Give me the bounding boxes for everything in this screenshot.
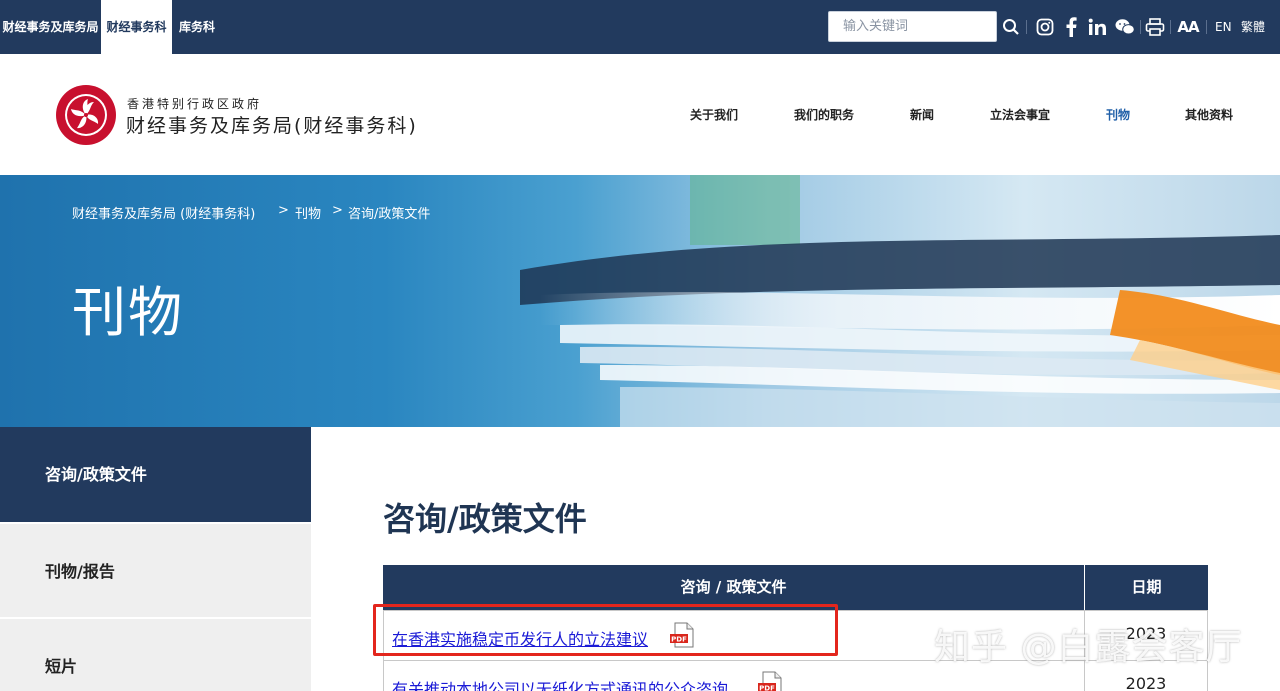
tab-treasury[interactable]: 库务科 <box>172 0 222 54</box>
page-title: 咨询/政策文件 <box>383 500 587 538</box>
hksar-emblem-icon[interactable] <box>55 84 117 146</box>
breadcrumb-separator: > <box>278 203 289 218</box>
nav-news[interactable]: 新闻 <box>910 106 934 123</box>
search-input[interactable] <box>828 11 997 42</box>
sidebar-item-consultation[interactable]: 咨询/政策文件 <box>0 427 311 522</box>
divider <box>1170 20 1171 34</box>
tab-fstb[interactable]: 财经事务及库务局 <box>0 0 101 54</box>
nav-publications[interactable]: 刊物 <box>1106 106 1130 123</box>
font-size-icon[interactable]: AA <box>1176 14 1200 40</box>
pdf-icon[interactable]: PDF <box>757 671 783 691</box>
breadcrumb-publications[interactable]: 刊物 <box>295 203 321 222</box>
row-date: 2023 <box>1125 674 1167 691</box>
lang-traditional-link[interactable]: 繁體 <box>1241 0 1265 54</box>
pdf-icon-label: PDF <box>671 635 687 643</box>
sidebar-item-videos[interactable]: 短片 <box>0 619 311 691</box>
breadcrumb-home[interactable]: 财经事务及库务局 (财经事务科) <box>72 203 255 222</box>
table-header-date: 日期 <box>1085 565 1208 610</box>
facebook-icon[interactable] <box>1062 14 1080 40</box>
breadcrumb-current: 咨询/政策文件 <box>348 207 431 222</box>
watermark: 知乎 @白露会客厅 <box>934 627 1243 668</box>
org-subtitle: 香港特别行政区政府 <box>127 97 263 111</box>
nav-our-work[interactable]: 我们的职务 <box>794 106 854 123</box>
document-link[interactable]: 在香港实施稳定币发行人的立法建议 <box>392 626 648 650</box>
breadcrumb-separator: > <box>332 203 343 218</box>
sidebar-item-publications[interactable]: 刊物/报告 <box>0 524 311 619</box>
document-link[interactable]: 有关推动本地公司以无纸化方式通讯的公众咨询 <box>392 676 728 691</box>
top-utility-bar: 财经事务及库务局 财经事务科 库务科 AA EN 繁體 <box>0 0 1280 54</box>
wechat-icon[interactable] <box>1114 14 1136 40</box>
nav-legco[interactable]: 立法会事宜 <box>990 106 1050 123</box>
divider <box>1206 20 1207 34</box>
lang-english-link[interactable]: EN <box>1215 0 1232 54</box>
linkedin-icon[interactable] <box>1087 14 1109 40</box>
tab-financial-services[interactable]: 财经事务科 <box>101 0 172 54</box>
instagram-icon[interactable] <box>1034 14 1056 40</box>
divider <box>1140 20 1141 34</box>
table-header-document: 咨询 / 政策文件 <box>383 565 1084 610</box>
search-icon[interactable] <box>1000 14 1022 40</box>
banner-title: 刊物 <box>72 281 184 344</box>
pdf-icon[interactable]: PDF <box>669 622 695 648</box>
org-name[interactable]: 财经事务及库务局(财经事务科) <box>126 111 418 138</box>
divider <box>1026 20 1027 34</box>
nav-about-us[interactable]: 关于我们 <box>690 106 738 123</box>
nav-other-info[interactable]: 其他资料 <box>1185 106 1233 123</box>
pdf-icon-label: PDF <box>759 684 775 691</box>
print-icon[interactable] <box>1144 14 1166 40</box>
